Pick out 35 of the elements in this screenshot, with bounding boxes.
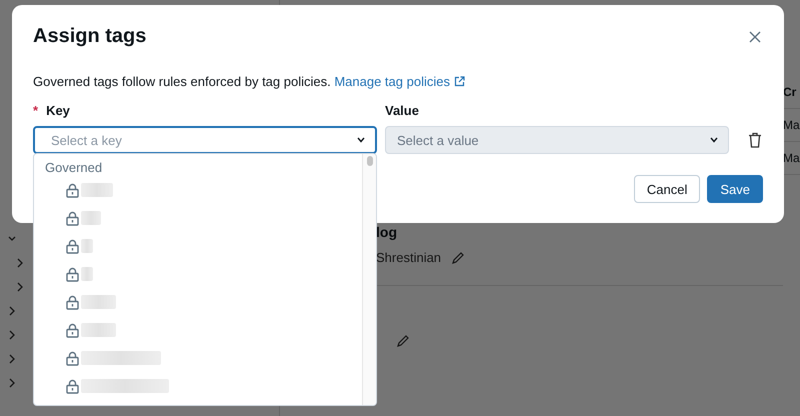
- description: Governed tags follow rules enforced by tag policies. Manage tag policies: [33, 74, 763, 89]
- cancel-button[interactable]: Cancel: [634, 175, 700, 203]
- trash-icon: [748, 132, 762, 148]
- group-header: Governed: [45, 160, 104, 176]
- field-label: Key: [46, 103, 70, 118]
- lock-icon: [66, 378, 79, 394]
- chevron-icon[interactable]: [8, 354, 16, 364]
- manage-tag-policies-link[interactable]: Manage tag policies: [334, 74, 465, 89]
- save-button[interactable]: Save: [707, 175, 763, 203]
- section-title: log: [376, 224, 398, 240]
- lock-icon: [66, 182, 79, 198]
- chevron-icon[interactable]: [16, 282, 24, 292]
- close-icon: [749, 30, 761, 42]
- lock-icon: [66, 238, 79, 254]
- lock-icon: [66, 294, 79, 310]
- lock-icon: [66, 266, 79, 282]
- chevron-icon[interactable]: [8, 306, 16, 316]
- lock-icon: [66, 350, 79, 366]
- pencil-icon[interactable]: [451, 250, 466, 264]
- external-link-icon: [454, 76, 465, 87]
- required-mark: *: [33, 103, 38, 118]
- pencil-icon[interactable]: [396, 334, 410, 348]
- chevron-icon: [357, 137, 365, 143]
- lock-icon: [66, 322, 79, 338]
- close-button[interactable]: [747, 28, 763, 44]
- field-label: Value: [385, 103, 419, 118]
- owner-name: Shrestinian: [376, 250, 442, 265]
- key-select[interactable]: Select a key: [33, 126, 377, 154]
- dialog-title: Assign tags: [33, 25, 146, 48]
- scrollbar-thumb[interactable]: [366, 156, 372, 166]
- chevron-icon[interactable]: [8, 330, 16, 340]
- chevron-icon[interactable]: [8, 378, 16, 388]
- lock-icon: [66, 210, 79, 226]
- chevron-icon: [710, 137, 718, 143]
- chevron-icon[interactable]: [16, 258, 24, 268]
